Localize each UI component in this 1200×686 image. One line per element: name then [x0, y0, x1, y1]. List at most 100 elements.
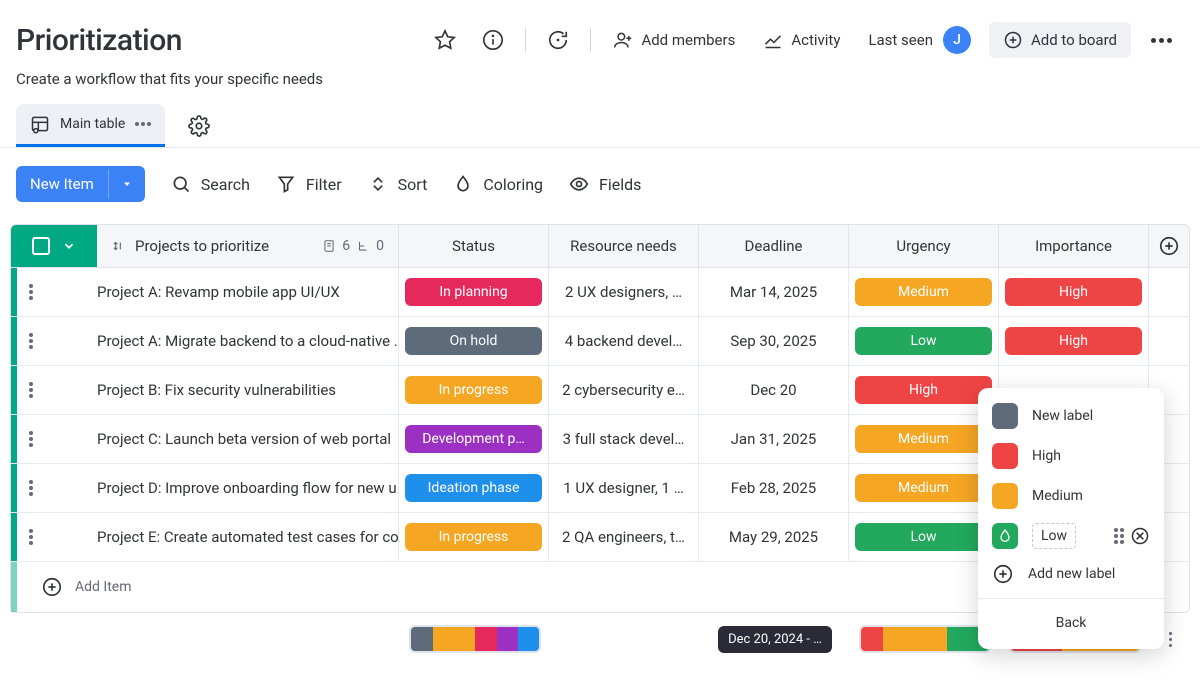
urgency-cell[interactable]: Low [849, 317, 999, 365]
row-name-cell[interactable]: Project A: Migrate backend to a cloud-na… [97, 317, 399, 365]
deadline-cell[interactable]: Jan 31, 2025 [699, 415, 849, 463]
coloring-button[interactable]: Coloring [453, 174, 543, 194]
more-menu-icon[interactable] [1151, 38, 1172, 43]
refresh-icon[interactable] [538, 20, 578, 60]
add-new-label-button[interactable]: Add new label [978, 556, 1164, 592]
row-menu-icon[interactable] [29, 284, 33, 300]
select-all-checkbox[interactable] [32, 237, 50, 255]
filter-button[interactable]: Filter [276, 174, 342, 194]
deadline-cell[interactable]: Dec 20 [699, 366, 849, 414]
tab-main-table[interactable]: Main table [16, 104, 165, 147]
popover-back-button[interactable]: Back [978, 605, 1164, 641]
column-name-header[interactable]: Projects to prioritize [135, 237, 312, 255]
resource-cell[interactable]: 2 UX designers, … [549, 268, 699, 316]
column-resource-header[interactable]: Resource needs [549, 225, 699, 267]
fields-button[interactable]: Fields [569, 174, 641, 194]
deadline-cell[interactable]: Sep 30, 2025 [699, 317, 849, 365]
tab-options-icon[interactable] [135, 122, 151, 126]
resource-cell[interactable]: 2 cybersecurity e… [549, 366, 699, 414]
row-name-cell[interactable]: Project B: Fix security vulnerabilities [97, 366, 399, 414]
column-meta: 6 0 [322, 238, 384, 254]
color-swatch [992, 443, 1018, 469]
add-item-label: Add Item [75, 579, 132, 595]
status-cell[interactable]: Development p… [399, 415, 549, 463]
importance-label-popover: New labelHigh Medium Low Add new label Bac… [978, 388, 1164, 649]
divider [590, 28, 591, 52]
group-collapse-icon[interactable] [62, 239, 76, 253]
row-menu-icon[interactable] [29, 333, 33, 349]
label-option-text: Medium [1032, 488, 1083, 504]
activity-label: Activity [791, 31, 840, 49]
table-row[interactable]: Project A: Migrate backend to a cloud-na… [10, 317, 1190, 366]
row-name-cell[interactable]: Project A: Revamp mobile app UI/UX [97, 268, 399, 316]
table-header: Projects to prioritize 6 0 Status Resour… [10, 224, 1190, 268]
add-new-label-text: Add new label [1028, 566, 1115, 582]
label-option[interactable]: Low [978, 516, 1164, 556]
new-item-dropdown-icon[interactable] [108, 169, 145, 199]
urgency-summary-bar[interactable] [859, 625, 991, 653]
urgency-cell[interactable]: High [849, 366, 999, 414]
urgency-cell[interactable]: Low [849, 513, 999, 561]
footer-menu-icon[interactable] [1169, 632, 1172, 647]
urgency-cell[interactable]: Medium [849, 464, 999, 512]
add-column-button[interactable] [1149, 225, 1189, 267]
status-cell[interactable]: In progress [399, 513, 549, 561]
avatar: J [943, 26, 971, 54]
column-status-header[interactable]: Status [399, 225, 549, 267]
add-to-board-button[interactable]: Add to board [989, 22, 1131, 58]
page-subtitle: Create a workflow that fits your specifi… [0, 62, 1200, 104]
deadline-cell[interactable]: May 29, 2025 [699, 513, 849, 561]
importance-cell[interactable]: High [999, 268, 1149, 316]
importance-cell[interactable]: High [999, 317, 1149, 365]
activity-button[interactable]: Activity [753, 22, 850, 58]
sort-label: Sort [398, 175, 428, 194]
row-name-cell[interactable]: Project E: Create automated test cases f… [97, 513, 399, 561]
deadline-cell[interactable]: Mar 14, 2025 [699, 268, 849, 316]
column-importance-header[interactable]: Importance [999, 225, 1149, 267]
resource-cell[interactable]: 1 UX designer, 1 … [549, 464, 699, 512]
drag-handle-icon[interactable] [1114, 528, 1124, 544]
row-name-cell[interactable]: Project C: Launch beta version of web po… [97, 415, 399, 463]
star-icon[interactable] [425, 20, 465, 60]
row-menu-icon[interactable] [29, 480, 33, 496]
resource-cell[interactable]: 3 full stack devel… [549, 415, 699, 463]
label-option[interactable]: New label [978, 396, 1164, 436]
sort-button[interactable]: Sort [368, 174, 428, 194]
last-seen-button[interactable]: Last seen J [858, 18, 981, 62]
color-swatch [992, 403, 1018, 429]
remove-icon[interactable] [1130, 526, 1150, 546]
status-cell[interactable]: In progress [399, 366, 549, 414]
urgency-cell[interactable]: Medium [849, 268, 999, 316]
status-summary-bar[interactable] [409, 625, 541, 653]
resource-cell[interactable]: 4 backend devel… [549, 317, 699, 365]
row-menu-icon[interactable] [29, 431, 33, 447]
settings-icon[interactable] [179, 106, 219, 146]
resource-cell[interactable]: 2 QA engineers, t… [549, 513, 699, 561]
divider [525, 28, 526, 52]
column-deadline-header[interactable]: Deadline [699, 225, 849, 267]
color-swatch [992, 483, 1018, 509]
column-urgency-header[interactable]: Urgency [849, 225, 999, 267]
info-icon[interactable] [473, 20, 513, 60]
add-members-button[interactable]: Add members [603, 22, 745, 58]
status-cell[interactable]: In planning [399, 268, 549, 316]
new-item-button[interactable]: New Item [16, 166, 145, 202]
row-name-cell[interactable]: Project D: Improve onboarding flow for n… [97, 464, 399, 512]
status-cell[interactable]: Ideation phase [399, 464, 549, 512]
coloring-label: Coloring [483, 175, 543, 194]
row-menu-icon[interactable] [29, 529, 33, 545]
new-item-label: New Item [16, 166, 108, 202]
search-button[interactable]: Search [171, 174, 250, 194]
row-menu-icon[interactable] [29, 382, 33, 398]
status-cell[interactable]: On hold [399, 317, 549, 365]
fields-label: Fields [599, 175, 641, 194]
table-row[interactable]: Project A: Revamp mobile app UI/UX In pl… [10, 268, 1190, 317]
main-table-label: Main table [60, 116, 125, 132]
label-option[interactable]: High [978, 436, 1164, 476]
drag-handle-icon[interactable] [111, 239, 125, 253]
deadline-range-pill[interactable]: Dec 20, 2024 - … [718, 626, 832, 653]
deadline-cell[interactable]: Feb 28, 2025 [699, 464, 849, 512]
search-label: Search [201, 175, 250, 194]
urgency-cell[interactable]: Medium [849, 415, 999, 463]
label-option[interactable]: Medium [978, 476, 1164, 516]
